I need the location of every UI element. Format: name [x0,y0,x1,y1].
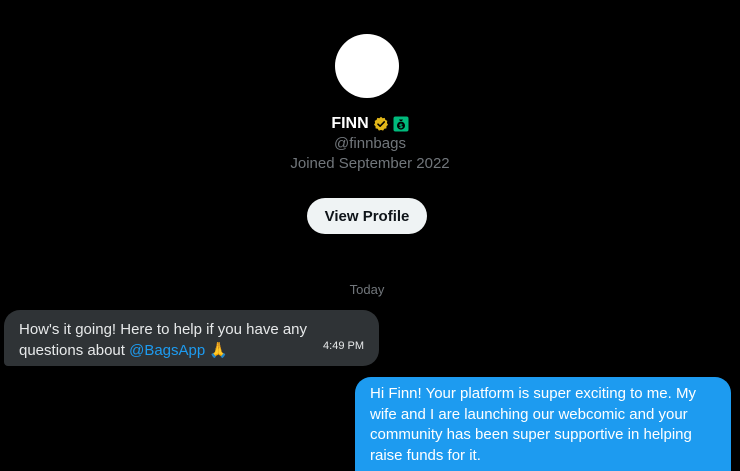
svg-text:$: $ [399,123,403,130]
profile-name-row: FINN $ [0,115,740,133]
message-timestamp: 4:49 PM [323,340,364,352]
outgoing-message[interactable]: Hi Finn! Your platform is super exciting… [355,377,731,471]
profile-handle: @finnbags [334,135,406,152]
display-name: FINN [331,115,369,132]
dm-conversation-view: FINN $ @finnbags Joined September 2022 V… [0,0,740,471]
avatar[interactable] [335,34,399,98]
joined-date: Joined September 2022 [290,155,450,172]
incoming-message[interactable]: How's it going! Here to help if you have… [4,310,379,366]
mention-link[interactable]: @BagsApp [129,342,205,359]
date-separator: Today [349,282,385,297]
money-bag-icon[interactable]: $ [393,116,409,132]
message-text: Hi Finn! Your platform is super exciting… [370,385,696,464]
pray-emoji: 🙏 [209,342,229,359]
verified-badge-icon[interactable] [373,116,389,132]
view-profile-button[interactable]: View Profile [307,198,427,234]
